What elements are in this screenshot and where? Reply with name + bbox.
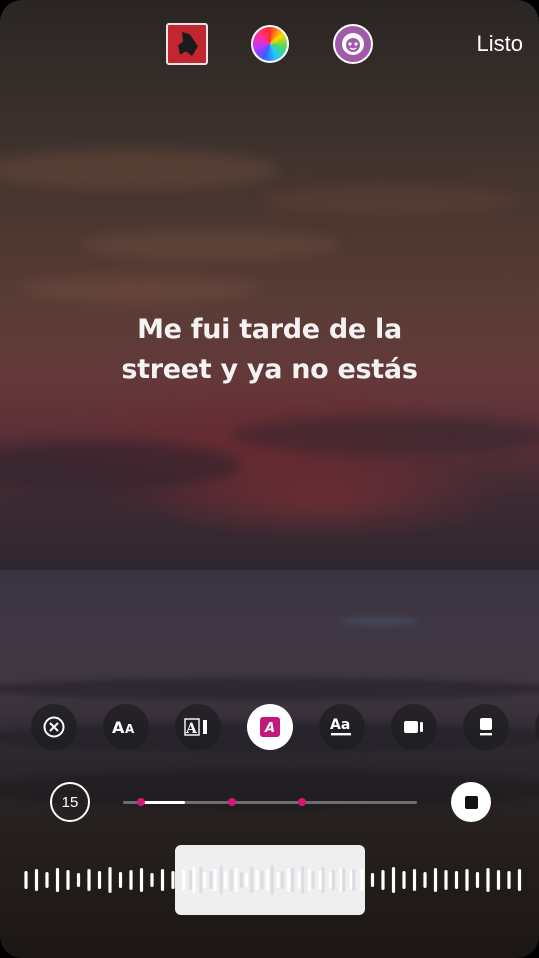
waveform-bar	[76, 873, 81, 887]
text-style-ai-icon: A	[184, 718, 207, 737]
lyric-marker	[227, 798, 236, 806]
waveform-bar	[55, 868, 60, 892]
waveform-bar	[45, 872, 49, 888]
waveform-bar	[139, 868, 144, 892]
progress-fill	[140, 801, 185, 804]
selected-waveform-bar	[352, 869, 356, 891]
waveform-bar	[517, 869, 522, 891]
selected-waveform-bar	[250, 867, 254, 893]
svg-text:A: A	[264, 721, 275, 736]
face-icon	[342, 33, 364, 55]
lyrics-progress-track[interactable]	[123, 798, 417, 806]
waveform-bar	[108, 867, 112, 893]
waveform-bar	[381, 870, 385, 890]
svg-text:Aa: Aa	[330, 717, 350, 733]
lyrics-line-1: Me fui tarde de la	[137, 314, 402, 345]
waveform-bar	[370, 873, 375, 887]
svg-text:A: A	[185, 721, 198, 737]
svg-text:A: A	[125, 722, 135, 736]
text-style-underline-button[interactable]: Aa	[319, 704, 365, 750]
selected-waveform-bar	[331, 870, 335, 890]
waveform-bar	[24, 871, 28, 889]
remove-lyrics-icon	[43, 716, 65, 738]
waveform-bar	[486, 868, 490, 892]
video-card-icon	[404, 721, 423, 733]
waveform-bar	[507, 871, 511, 889]
waveform-bar	[465, 869, 469, 891]
video-card-button[interactable]	[391, 704, 437, 750]
svg-text:A: A	[112, 718, 125, 737]
clip-duration-button[interactable]: 15	[50, 782, 90, 822]
lyric-marker	[136, 798, 145, 806]
waveform-bar	[160, 869, 165, 891]
selected-waveform-bar	[189, 870, 193, 890]
clip-selector-handle[interactable]	[175, 845, 365, 915]
waveform-bar	[412, 869, 417, 891]
waveform-bar	[97, 871, 102, 889]
text-style-italic-button[interactable]: A	[247, 704, 293, 750]
waveform-bar	[150, 873, 154, 887]
waveform-bar	[87, 869, 91, 891]
done-button[interactable]: Listo	[477, 31, 523, 57]
selected-waveform-bar	[280, 871, 284, 889]
selected-waveform	[189, 865, 356, 895]
waveform-bar	[34, 869, 39, 891]
text-style-italic-a-icon: A	[260, 717, 280, 737]
selected-waveform-bar	[342, 868, 346, 892]
waveform-bar	[496, 870, 501, 890]
waveform-bar	[118, 872, 123, 888]
waveform-bar	[391, 867, 396, 893]
selected-waveform-bar	[311, 871, 315, 889]
story-editor: Listo Me fui tarde de la street y ya no …	[0, 0, 539, 958]
waveform-bar	[475, 872, 480, 888]
text-style-underline-aa-icon: Aa	[330, 717, 351, 736]
selected-waveform-bar	[291, 868, 295, 892]
selected-waveform-bar	[301, 866, 305, 894]
waveform-bar	[129, 870, 133, 890]
waveform-bar	[433, 868, 438, 892]
selected-waveform-bar	[209, 871, 213, 889]
selected-waveform-bar	[321, 867, 325, 893]
selected-waveform-bar	[240, 872, 244, 888]
selected-waveform-bar	[219, 866, 223, 894]
waveform-bar	[402, 871, 406, 889]
lyrics-sticker[interactable]: Me fui tarde de la street y ya no estás	[0, 310, 539, 390]
remove-lyrics-button[interactable]	[31, 704, 77, 750]
selected-waveform-bar	[260, 870, 264, 890]
album-card-button[interactable]	[463, 704, 509, 750]
waveform-bar	[444, 870, 448, 890]
text-style-ai-button[interactable]: A	[175, 704, 221, 750]
waveform-bar	[454, 871, 459, 889]
color-wheel-icon[interactable]	[251, 25, 289, 63]
face-effects-icon[interactable]	[333, 24, 373, 64]
selected-waveform-bar	[270, 865, 274, 895]
text-style-aa-button[interactable]: A A	[103, 704, 149, 750]
selected-waveform-bar	[199, 867, 203, 893]
waveform-bar	[66, 870, 70, 890]
stop-button[interactable]	[451, 782, 491, 822]
lyrics-line-2: street y ya no estás	[121, 354, 418, 385]
album-card-icon	[480, 718, 492, 736]
waveform-bar	[423, 872, 427, 888]
more-styles-button[interactable]	[535, 704, 539, 750]
selected-waveform-bar	[229, 869, 233, 891]
stop-icon	[464, 795, 478, 809]
album-art-thumbnail[interactable]	[166, 23, 208, 65]
album-art-figure	[178, 32, 198, 56]
lyrics-style-picker: A A A A Aa	[0, 704, 539, 750]
text-style-aa-icon: A A	[112, 718, 135, 737]
